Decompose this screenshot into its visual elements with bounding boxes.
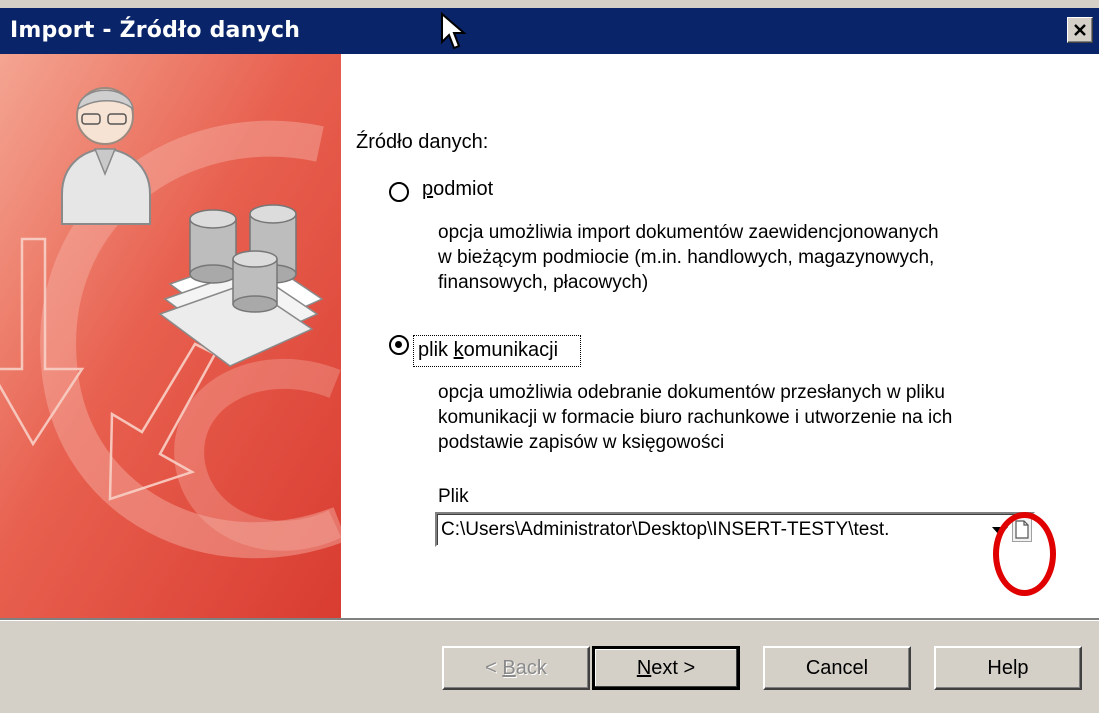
option-description-podmiot: opcja umożliwia import dokumentów zaewid… <box>438 222 939 293</box>
close-icon <box>1074 24 1086 36</box>
cancel-button[interactable]: Cancel <box>763 646 911 690</box>
import-wizard-dialog: Import - Źródło danych Źródło danych: po… <box>0 0 1099 713</box>
wizard-content: Źródło danych: podmiot opcja umożliwia i… <box>0 54 1099 618</box>
source-heading: Źródło danych: <box>356 131 489 153</box>
window-title: Import - Źródło danych <box>10 18 301 43</box>
next-button[interactable]: Next > <box>592 646 740 690</box>
option-description-plik-komunikacji: opcja umożliwia odebranie dokumentów prz… <box>438 382 953 453</box>
highlight-circle <box>993 512 1056 596</box>
mouse-cursor-icon <box>441 12 467 50</box>
close-button[interactable] <box>1067 17 1093 43</box>
radio-plik-komunikacji[interactable] <box>389 335 409 355</box>
wizard-footer: < Back Next > Cancel Help <box>0 618 1099 713</box>
radio-podmiot[interactable] <box>389 182 409 202</box>
title-bar[interactable]: Import - Źródło danych <box>0 8 1099 54</box>
back-button[interactable]: < Back <box>442 646 590 690</box>
option-label-plik-komunikacji[interactable]: plik komunikacji <box>418 339 558 362</box>
wizard-side-image <box>0 54 341 618</box>
help-button[interactable]: Help <box>934 646 1082 690</box>
file-path-value: C:\Users\Administrator\Desktop\INSERT-TE… <box>441 519 890 540</box>
option-label-podmiot[interactable]: podmiot <box>422 178 493 201</box>
file-field-label: Plik <box>438 486 469 507</box>
file-path-combobox[interactable]: C:\Users\Administrator\Desktop\INSERT-TE… <box>435 512 1035 547</box>
